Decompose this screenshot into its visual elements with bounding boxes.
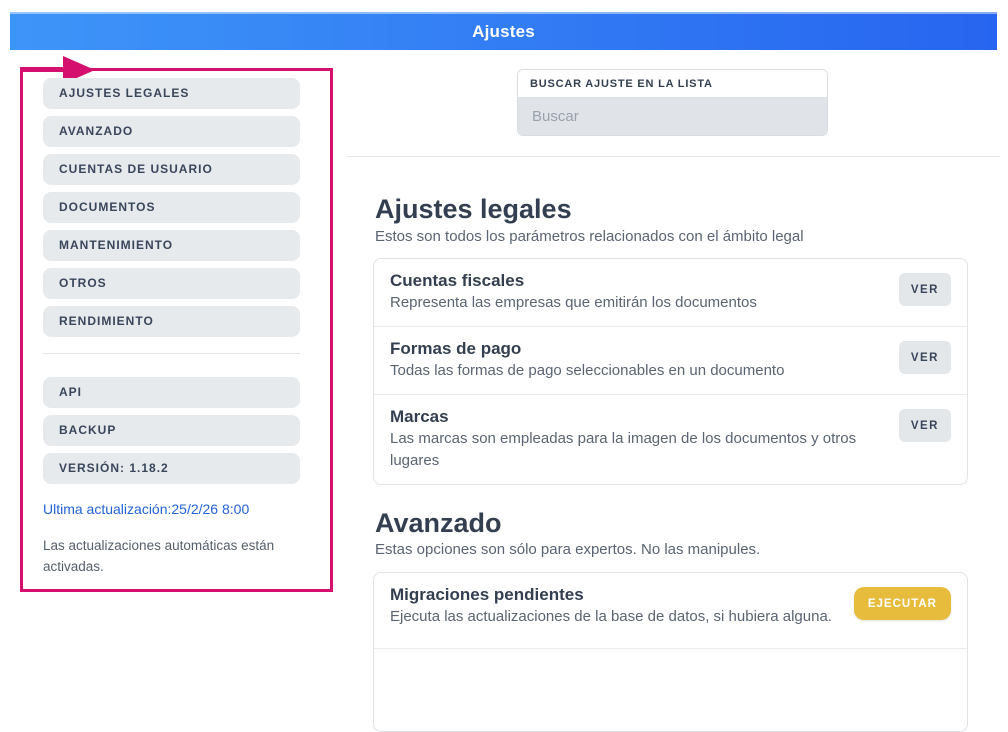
item-description: Todas las formas de pago seleccionables …: [390, 360, 784, 382]
sidebar-item-cuentas-de-usuario[interactable]: CUENTAS DE USUARIO: [43, 154, 300, 185]
ejecutar-button-migraciones[interactable]: EJECUTAR: [854, 587, 951, 620]
list-item-cuentas-fiscales: Cuentas fiscales Representa las empresas…: [374, 259, 967, 326]
sidebar-item-backup[interactable]: BACKUP: [43, 415, 300, 446]
last-update-link[interactable]: Ultima actualización:25/2/26 8:00: [43, 501, 249, 517]
card-row-divider: [374, 648, 967, 688]
sidebar-divider: [43, 353, 300, 354]
search-settings-card: BUSCAR AJUSTE EN LA LISTA: [517, 69, 828, 136]
sidebar-item-otros[interactable]: OTROS: [43, 268, 300, 299]
page-title: Ajustes: [472, 22, 535, 42]
app-header: Ajustes: [10, 12, 997, 50]
item-title: Migraciones pendientes: [390, 583, 832, 606]
search-input[interactable]: [518, 98, 827, 135]
ver-button-marcas[interactable]: VER: [899, 409, 951, 442]
item-title: Cuentas fiscales: [390, 269, 757, 292]
list-item-marcas: Marcas Las marcas son empleadas para la …: [374, 394, 967, 484]
list-item-migraciones-pendientes: Migraciones pendientes Ejecuta las actua…: [374, 573, 967, 640]
item-title: Marcas: [390, 405, 860, 428]
content-divider: [347, 156, 1000, 157]
ver-button-formas-de-pago[interactable]: VER: [899, 341, 951, 374]
item-description: Representa las empresas que emitirán los…: [390, 292, 757, 314]
section-subtitle-avanzado: Estas opciones son sólo para expertos. N…: [375, 541, 760, 558]
sidebar-item-ajustes-legales[interactable]: AJUSTES LEGALES: [43, 78, 300, 109]
section-subtitle-ajustes-legales: Estos son todos los parámetros relaciona…: [375, 228, 804, 245]
sidebar-item-rendimiento[interactable]: RENDIMIENTO: [43, 306, 300, 337]
item-title: Formas de pago: [390, 337, 784, 360]
legal-settings-card: Cuentas fiscales Representa las empresas…: [373, 258, 968, 485]
sidebar-item-avanzado[interactable]: AVANZADO: [43, 116, 300, 147]
list-item-formas-de-pago: Formas de pago Todas las formas de pago …: [374, 326, 967, 394]
sidebar-item-api[interactable]: API: [43, 377, 300, 408]
item-description: Ejecuta las actualizaciones de la base d…: [390, 606, 832, 628]
item-description: Las marcas son empleadas para la imagen …: [390, 428, 860, 472]
section-title-ajustes-legales: Ajustes legales: [375, 194, 572, 225]
sidebar-item-mantenimiento[interactable]: MANTENIMIENTO: [43, 230, 300, 261]
auto-update-note: Las actualizaciones automáticas están ac…: [43, 535, 293, 577]
advanced-settings-card: Migraciones pendientes Ejecuta las actua…: [373, 572, 968, 732]
sidebar-item-version[interactable]: VERSIÓN: 1.18.2: [43, 453, 300, 484]
ver-button-cuentas-fiscales[interactable]: VER: [899, 273, 951, 306]
annotation-arrow-tail: [20, 67, 72, 72]
section-title-avanzado: Avanzado: [375, 508, 502, 539]
search-label: BUSCAR AJUSTE EN LA LISTA: [518, 70, 827, 98]
sidebar-item-documentos[interactable]: DOCUMENTOS: [43, 192, 300, 223]
settings-sidebar: AJUSTES LEGALES AVANZADO CUENTAS DE USUA…: [43, 78, 300, 577]
